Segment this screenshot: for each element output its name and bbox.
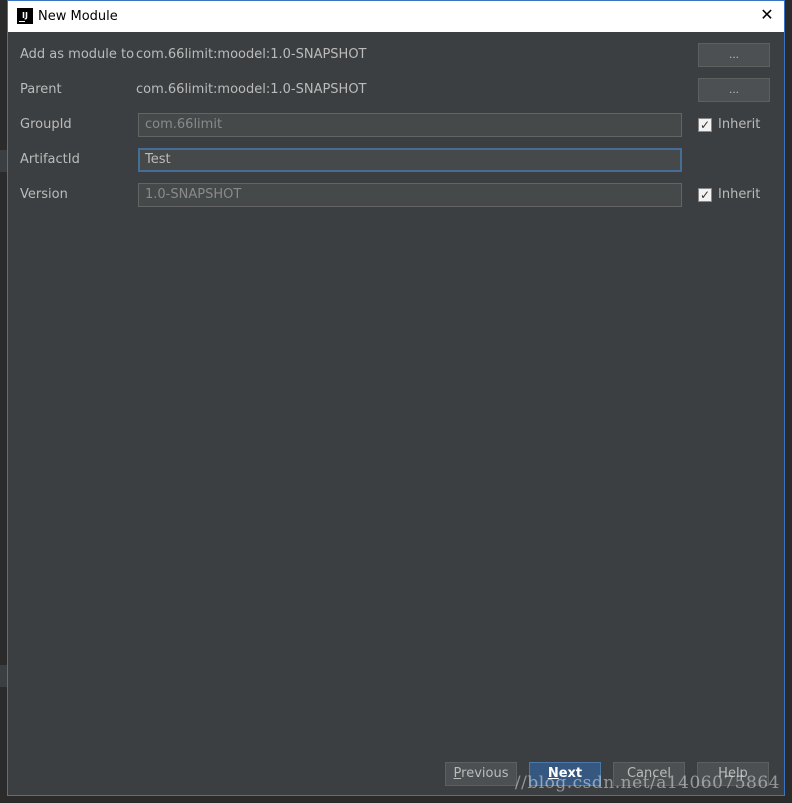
- dialog-title: New Module: [38, 9, 118, 24]
- add-as-module-browse-button[interactable]: ...: [698, 43, 770, 67]
- group-id-inherit-label: Inherit: [718, 117, 761, 132]
- artifact-id-field[interactable]: Test: [138, 148, 682, 172]
- group-id-field[interactable]: com.66limit: [138, 113, 682, 137]
- artifact-id-label: ArtifactId: [20, 152, 80, 167]
- previous-label: revious: [461, 766, 509, 781]
- parent-value: com.66limit:moodel:1.0-SNAPSHOT: [136, 82, 367, 97]
- version-inherit-checkbox[interactable]: ✓: [698, 188, 712, 202]
- parent-label: Parent: [20, 82, 62, 97]
- close-icon[interactable]: ✕: [756, 5, 778, 27]
- group-id-label: GroupId: [20, 117, 72, 132]
- version-label: Version: [20, 187, 68, 202]
- watermark: //blog.csdn.net/a1406075864: [514, 773, 780, 793]
- add-as-module-label: Add as module to: [20, 47, 135, 62]
- version-inherit-label: Inherit: [718, 187, 761, 202]
- add-as-module-value: com.66limit:moodel:1.0-SNAPSHOT: [136, 47, 367, 62]
- title-bar: IJ New Module ✕: [8, 1, 784, 32]
- previous-mnemonic: P: [453, 766, 462, 781]
- new-module-dialog: IJ New Module ✕ Add as module to com.66l…: [7, 0, 785, 796]
- intellij-app-icon: IJ: [17, 8, 33, 24]
- group-id-inherit-checkbox[interactable]: ✓: [698, 118, 712, 132]
- version-field[interactable]: 1.0-SNAPSHOT: [138, 183, 682, 207]
- parent-browse-button[interactable]: ...: [698, 78, 770, 102]
- previous-button[interactable]: Previous: [445, 762, 517, 786]
